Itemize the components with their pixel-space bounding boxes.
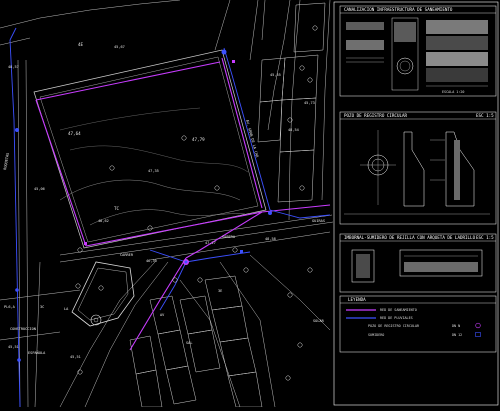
map-text: 4E 47,64 TC 47,79 47,35 45,67 48,57 45,5… — [3, 42, 325, 359]
elev-7: 48,62 — [98, 219, 109, 223]
small-label-4: AV — [160, 313, 165, 317]
elev-1: 45,67 — [114, 45, 125, 49]
label-park-bottom: TC — [114, 206, 120, 211]
street-solar: SOLAR — [313, 319, 325, 323]
elev-10: 46,30 — [146, 259, 157, 263]
triangle-park — [71, 261, 135, 327]
elev-12: 45,51 — [8, 345, 19, 349]
tree-symbols — [75, 25, 318, 381]
legend-item-2: POZO DE REGISTRO CIRCULAR — [368, 324, 420, 328]
street-roquetas: ROQUETAS — [3, 152, 10, 170]
legend-item-3: SUMIDERO — [368, 333, 384, 337]
street-sabera: SABERA — [222, 235, 236, 239]
panel-sewer-note: ESCALA 1:20 — [442, 90, 464, 94]
elev-6: 45,06 — [34, 187, 45, 191]
street-guiras: GUIRAS — [312, 219, 325, 223]
panel-manhole-title: POZO DE REGISTRO CIRCULAR — [344, 113, 408, 118]
building-blocks — [129, 275, 263, 408]
elev-5: 48,54 — [288, 128, 299, 132]
panel-manhole-tag: ESC 1:5 — [476, 113, 494, 118]
cad-viewport[interactable]: 4E 47,64 TC 47,79 47,35 45,67 48,57 45,5… — [0, 0, 500, 408]
small-label-2: LA — [64, 307, 69, 311]
legend-title: LEYENDA — [348, 297, 366, 302]
small-label-3: 3E — [218, 289, 222, 293]
small-label-5: SAL — [186, 341, 193, 345]
detail-sheet: CANALIZACION INFRAESTRUCTURA DE SANEAMIE… — [333, 1, 499, 406]
panel-drain-title: IMBORNAL-SUMIDERO DE REJILLA CON ARQUETA… — [344, 235, 476, 240]
elev-11: 45,51 — [70, 355, 81, 359]
elev-3: 45,55 — [270, 73, 281, 77]
street-carrer: CARRER — [120, 253, 134, 257]
label-park-center: 47,35 — [148, 169, 159, 173]
label-park-mid-right: 47,79 — [192, 137, 205, 142]
elev-2: 48,57 — [8, 65, 19, 69]
panel-sewer-title: CANALIZACION INFRAESTRUCTURA DE SANEAMIE… — [344, 7, 453, 12]
rain-network — [9, 27, 331, 408]
right-blocks — [257, 2, 326, 203]
site-plan: 4E 47,64 TC 47,79 47,35 45,67 48,57 45,5… — [0, 0, 334, 408]
legend-item-1: RED DE PLUVIALES — [380, 316, 413, 320]
legend-item-0: RED DE SANEAMIENTO — [380, 308, 417, 312]
label-park-mid: 47,64 — [68, 131, 81, 136]
small-label-1: 3C — [40, 305, 44, 309]
sewer-network — [35, 57, 331, 351]
legend-item-3-code: DN 12 — [452, 333, 462, 337]
street-espanola: ESPAÑOLA — [28, 350, 46, 355]
legend-item-2-code: DN N — [452, 324, 460, 328]
label-top-left: 4E — [78, 42, 84, 47]
urban-grid-lines — [0, 0, 334, 408]
small-label-6: PL6,A — [4, 305, 16, 309]
elev-4: 45,73 — [304, 101, 315, 105]
panel-drain-tag: ESC 1:5 — [476, 235, 494, 240]
elev-9: 48,58 — [265, 237, 276, 241]
street-construccion: CONSTRUCCION — [10, 327, 36, 331]
elev-8: 47,27 — [205, 241, 216, 245]
